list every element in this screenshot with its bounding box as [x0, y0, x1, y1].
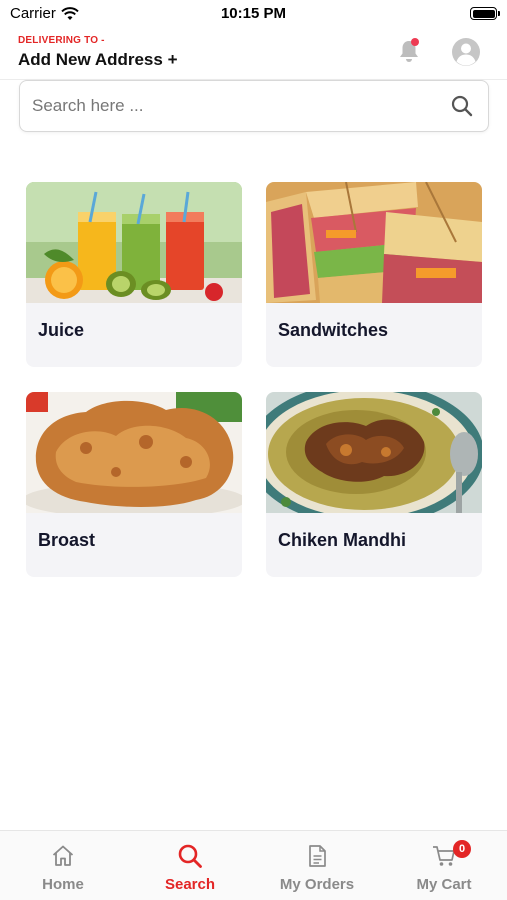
nav-search-label: Search: [164, 876, 216, 893]
search-icon: [178, 844, 202, 868]
category-label: Chiken Mandhi: [278, 530, 407, 550]
cart-count-badge: 0: [453, 840, 471, 858]
home-icon: [52, 845, 74, 866]
juice-image: [26, 182, 242, 303]
category-label: Sandwitches: [278, 320, 389, 340]
nav-my-orders-label: My Orders: [279, 876, 355, 893]
category-card-broast[interactable]: Broast: [26, 392, 242, 577]
bottom-nav: Home Search My Orders 0 My Cart: [0, 830, 507, 900]
nav-my-cart-label: My Cart: [416, 876, 472, 893]
search-icon[interactable]: [450, 94, 474, 118]
search-bar[interactable]: [19, 80, 489, 132]
battery-icon: [470, 7, 500, 20]
nav-my-orders[interactable]: My Orders: [254, 831, 380, 900]
notification-dot: [411, 38, 419, 46]
category-label: Broast: [38, 530, 96, 550]
header: DELIVERING TO - Add New Address +: [0, 30, 507, 80]
document-icon: [309, 845, 326, 867]
search-input[interactable]: [32, 81, 442, 130]
chiken-mandhi-image: [266, 392, 482, 513]
sandwitches-image: [266, 182, 482, 303]
delivering-to-label: DELIVERING TO -: [18, 35, 105, 46]
nav-home[interactable]: Home: [0, 831, 126, 900]
add-address-button[interactable]: Add New Address +: [18, 50, 178, 70]
notification-button[interactable]: [396, 38, 422, 64]
nav-my-cart[interactable]: 0 My Cart: [381, 831, 507, 900]
category-label: Juice: [38, 320, 85, 340]
nav-search[interactable]: Search: [127, 831, 253, 900]
status-bar: Carrier 10:15 PM: [0, 0, 507, 28]
category-card-sandwitches[interactable]: Sandwitches: [266, 182, 482, 367]
category-card-juice[interactable]: Juice: [26, 182, 242, 367]
status-time: 10:15 PM: [220, 5, 287, 22]
broast-image: [26, 392, 242, 513]
profile-button[interactable]: [451, 37, 481, 67]
category-card-chiken-mandhi[interactable]: Chiken Mandhi: [266, 392, 482, 577]
nav-home-label: Home: [42, 876, 84, 893]
user-avatar-icon: [452, 38, 480, 66]
